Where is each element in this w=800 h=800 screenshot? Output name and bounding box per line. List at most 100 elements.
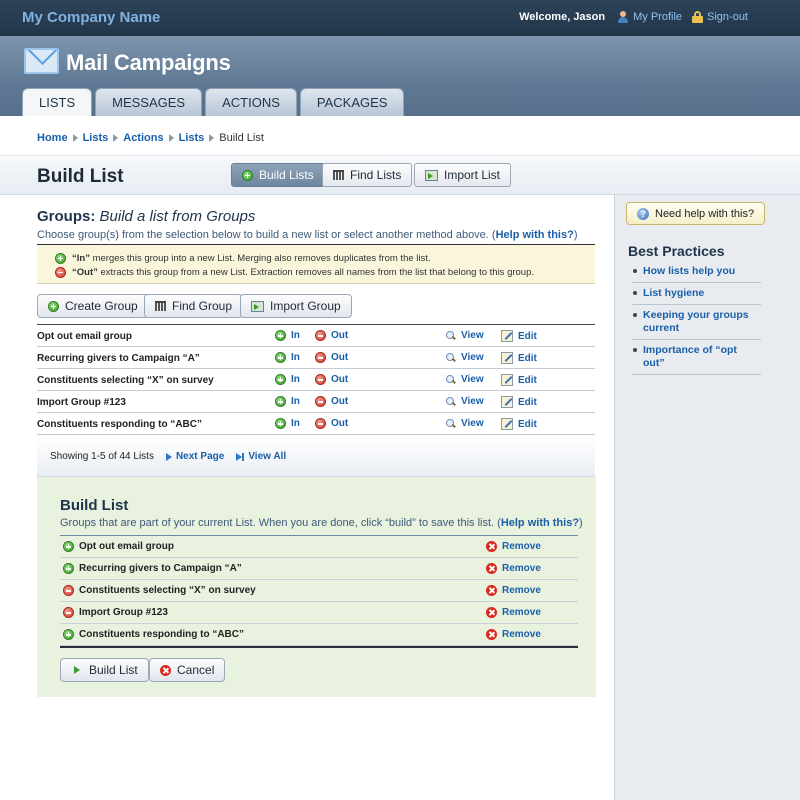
remove-link[interactable]: Remove xyxy=(486,585,541,596)
build-list-button[interactable]: Build List xyxy=(60,658,149,682)
legend-in-row: “In” merges this group into a new List. … xyxy=(55,251,595,265)
import-icon xyxy=(425,169,438,181)
breadcrumb-home[interactable]: Home xyxy=(37,132,68,144)
minus-icon xyxy=(315,374,326,385)
edit-label: Edit xyxy=(518,396,537,408)
edit-link[interactable]: Edit xyxy=(501,396,537,408)
next-page-link[interactable]: Next Page xyxy=(165,451,225,462)
build-help-link[interactable]: Help with this? xyxy=(501,517,579,529)
cancel-button[interactable]: Cancel xyxy=(149,658,226,682)
out-button[interactable]: Out xyxy=(315,352,348,363)
out-button[interactable]: Out xyxy=(315,418,348,429)
remove-link[interactable]: Remove xyxy=(486,629,541,640)
list-item: Constituents responding to “ABC” Remove xyxy=(60,624,578,646)
top-bar: My Company Name Welcome, Jason My Profil… xyxy=(0,0,800,36)
next-page-label: Next Page xyxy=(175,451,225,462)
cancel-icon xyxy=(160,664,171,676)
create-group-button[interactable]: Create Group xyxy=(37,294,149,318)
remove-link[interactable]: Remove xyxy=(486,563,541,574)
sign-out-label: Sign-out xyxy=(707,11,748,23)
groups-help-link[interactable]: Help with this? xyxy=(496,229,574,241)
best-practice-link[interactable]: Keeping your groups current xyxy=(632,305,761,340)
view-all-link[interactable]: View All xyxy=(236,451,286,462)
breadcrumb-lists-2[interactable]: Lists xyxy=(179,132,205,144)
edit-label: Edit xyxy=(518,418,537,430)
magnifier-icon xyxy=(446,374,456,385)
edit-link[interactable]: Edit xyxy=(501,352,537,364)
remove-icon xyxy=(486,607,497,618)
in-button[interactable]: In xyxy=(275,352,300,363)
minus-icon xyxy=(55,266,66,278)
group-name: Constituents responding to “ABC” xyxy=(37,419,202,430)
view-label: View xyxy=(461,352,484,363)
groups-heading: Groups: Build a list from Groups xyxy=(37,208,255,225)
edit-link[interactable]: Edit xyxy=(501,374,537,386)
out-button[interactable]: Out xyxy=(315,374,348,385)
groups-table: Opt out email group In Out View Edit Rec… xyxy=(37,324,595,435)
edit-icon xyxy=(501,396,513,408)
build-lists-button[interactable]: Build Lists xyxy=(231,163,325,187)
edit-link[interactable]: Edit xyxy=(501,330,537,342)
edit-icon xyxy=(501,418,513,430)
app-title: Mail Campaigns xyxy=(66,50,231,75)
legend-out-text: extracts this group from a new List. Ext… xyxy=(100,266,535,278)
view-link[interactable]: View xyxy=(446,374,484,385)
list-item: Opt out email group Remove xyxy=(60,536,578,558)
in-button[interactable]: In xyxy=(275,396,300,407)
in-label: In xyxy=(291,396,300,407)
view-link[interactable]: View xyxy=(446,396,484,407)
best-practice-link[interactable]: List hygiene xyxy=(632,283,761,305)
find-group-label: Find Group xyxy=(172,299,233,313)
breadcrumb-lists[interactable]: Lists xyxy=(83,132,109,144)
remove-link[interactable]: Remove xyxy=(486,541,541,552)
title-bar: Build List Build Lists Find Lists Import… xyxy=(0,155,800,195)
sign-out-link[interactable]: Sign-out xyxy=(692,11,748,23)
table-row: Constituents responding to “ABC” In Out … xyxy=(37,413,595,435)
best-practice-link[interactable]: Importance of “opt out” xyxy=(632,340,761,375)
group-name: Recurring givers to Campaign “A” xyxy=(37,353,200,364)
in-button[interactable]: In xyxy=(275,374,300,385)
import-list-button[interactable]: Import List xyxy=(414,163,512,187)
plus-icon xyxy=(63,563,74,574)
edit-link[interactable]: Edit xyxy=(501,418,537,430)
out-button[interactable]: Out xyxy=(315,396,348,407)
find-lists-button[interactable]: Find Lists xyxy=(322,163,413,187)
in-button[interactable]: In xyxy=(275,330,300,341)
build-list-button-label: Build List xyxy=(89,663,138,677)
tab-actions[interactable]: ACTIONS xyxy=(205,88,297,116)
need-help-button[interactable]: Need help with this? xyxy=(626,202,766,225)
view-link[interactable]: View xyxy=(446,352,484,363)
in-button[interactable]: In xyxy=(275,418,300,429)
build-description-end: ) xyxy=(579,517,583,529)
app-header: Mail Campaigns LISTS MESSAGES ACTIONS PA… xyxy=(0,36,800,116)
view-label: View xyxy=(461,330,484,341)
view-link[interactable]: View xyxy=(446,418,484,429)
page-title: Build List xyxy=(37,166,124,187)
build-group-name: Constituents selecting “X” on survey xyxy=(79,585,256,596)
breadcrumb-actions[interactable]: Actions xyxy=(123,132,163,144)
remove-label: Remove xyxy=(502,563,541,574)
plus-icon xyxy=(275,418,286,429)
my-profile-link[interactable]: My Profile xyxy=(617,11,682,23)
groups-description-end: ) xyxy=(573,229,578,241)
minus-icon xyxy=(315,418,326,429)
tab-packages[interactable]: PACKAGES xyxy=(299,88,405,116)
best-practices-list: How lists help you List hygiene Keeping … xyxy=(632,261,761,375)
tab-lists[interactable]: LISTS xyxy=(22,88,93,116)
breadcrumb: Home Lists Actions Lists Build List xyxy=(37,132,264,144)
out-button[interactable]: Out xyxy=(315,330,348,341)
groups-description: Choose group(s) from the selection below… xyxy=(37,229,578,241)
best-practice-link[interactable]: How lists help you xyxy=(632,261,761,283)
table-row: Import Group #123 In Out View Edit xyxy=(37,391,595,413)
build-list-table: Opt out email group Remove Recurring giv… xyxy=(60,535,578,646)
view-link[interactable]: View xyxy=(446,330,484,341)
tab-messages[interactable]: MESSAGES xyxy=(95,88,203,116)
in-out-legend: “In” merges this group into a new List. … xyxy=(37,244,595,284)
import-group-button[interactable]: Import Group xyxy=(240,294,352,318)
build-lists-label: Build Lists xyxy=(259,168,314,182)
view-label: View xyxy=(461,374,484,385)
remove-icon xyxy=(486,563,497,574)
find-group-button[interactable]: Find Group xyxy=(144,294,244,318)
remove-link[interactable]: Remove xyxy=(486,607,541,618)
arrow-right-icon xyxy=(71,664,83,676)
